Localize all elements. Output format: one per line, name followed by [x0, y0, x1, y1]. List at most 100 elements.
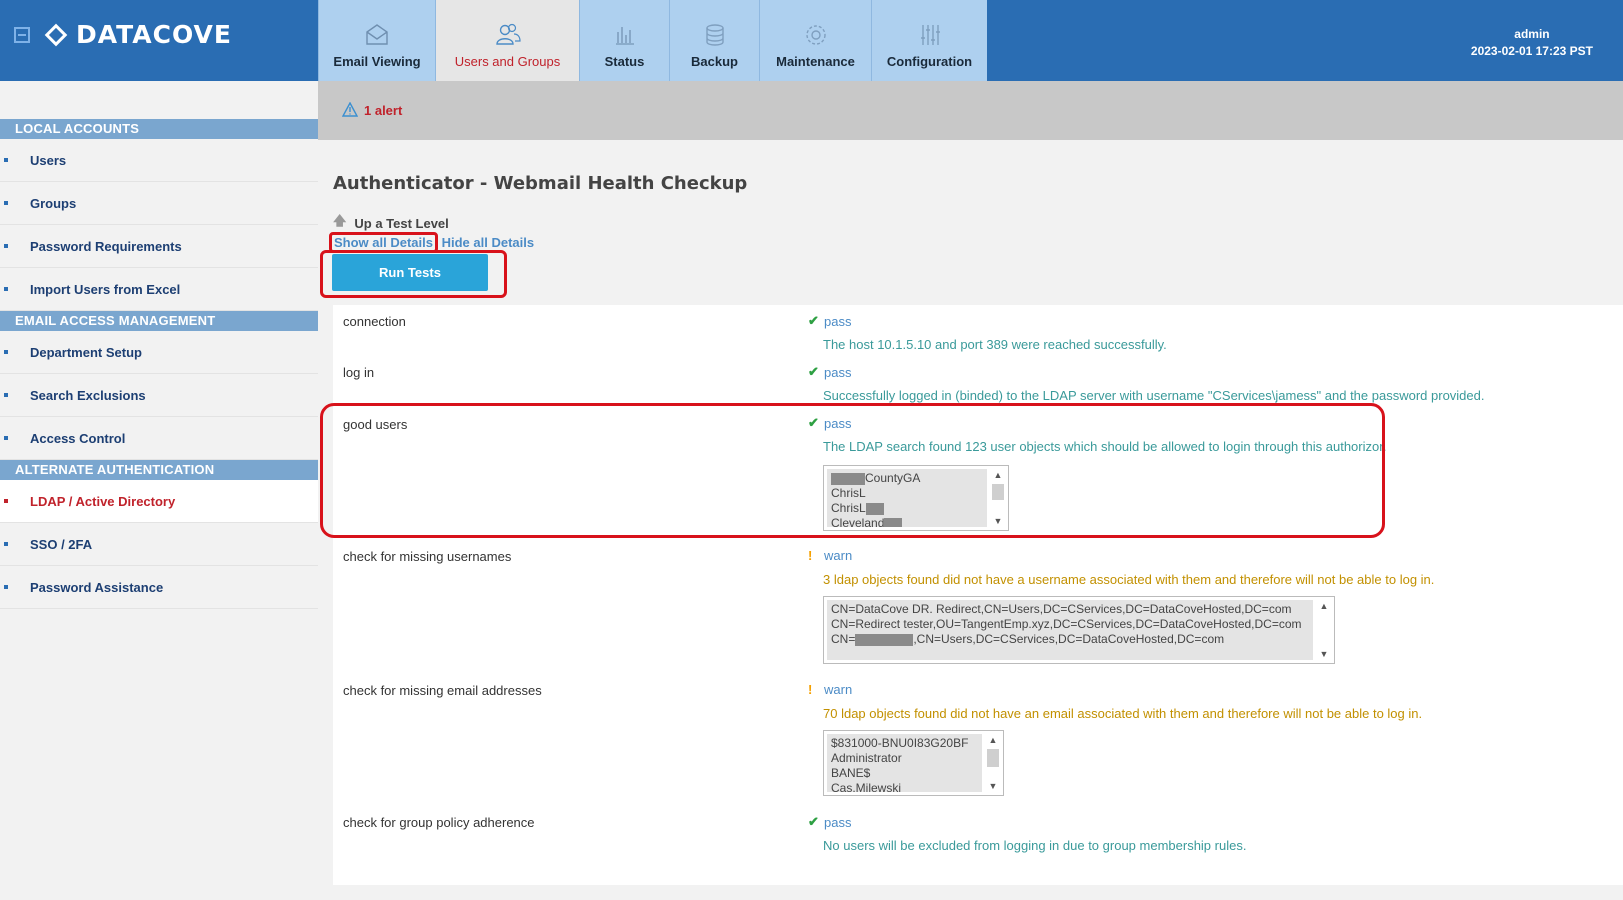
sliders-icon — [917, 22, 943, 48]
sidebar-item-label: Department Setup — [30, 344, 142, 360]
test-name-group-policy: check for group policy adherence — [343, 815, 535, 830]
list-item[interactable]: Administrator — [831, 751, 978, 766]
tab-backup[interactable]: Backup — [669, 0, 759, 81]
tab-status[interactable]: Status — [579, 0, 669, 81]
up-arrow-icon: 🡅 — [333, 213, 347, 228]
up-level-link[interactable]: 🡅 Up a Test Level — [333, 212, 449, 234]
top-header: DATACOVE Email Viewing Users and Groups … — [0, 0, 1623, 81]
bullet-icon — [4, 158, 8, 162]
hide-all-details-link[interactable]: Hide all Details — [442, 235, 534, 250]
sidebar-item-import-users[interactable]: Import Users from Excel — [0, 268, 318, 311]
datetime: 2023-02-01 17:23 PST — [1470, 44, 1593, 58]
check-icon: ✔ — [808, 814, 819, 829]
tab-label: Users and Groups — [454, 54, 561, 69]
sidebar-item-label: Import Users from Excel — [30, 281, 181, 297]
scroll-thumb[interactable] — [987, 749, 999, 767]
list-item[interactable]: CN= ,CN=Users,DC=CServices,DC=DataCoveHos… — [831, 632, 1309, 647]
status-label: warn — [824, 548, 853, 563]
section-alternate-auth: ALTERNATE AUTHENTICATION — [0, 460, 318, 480]
bullet-icon — [4, 201, 8, 205]
bullet-icon — [4, 499, 8, 503]
scroll-up-icon[interactable]: ▲ — [985, 733, 1001, 747]
list-item[interactable]: Cas.Milewski — [831, 781, 978, 792]
scrollbar[interactable]: ▲ ▼ — [985, 733, 1001, 793]
bullet-icon — [4, 244, 8, 248]
tab-label: Maintenance — [776, 54, 855, 69]
menu-toggle-icon[interactable] — [14, 26, 30, 43]
bullet-icon — [4, 585, 8, 589]
tab-configuration[interactable]: Configuration — [871, 0, 987, 81]
sidebar-item-label: LDAP / Active Directory — [30, 493, 176, 509]
sidebar-item-sso[interactable]: SSO / 2FA — [0, 523, 318, 566]
sidebar-item-label: SSO / 2FA — [30, 536, 93, 552]
sidebar-item-password-assistance[interactable]: Password Assistance — [0, 566, 318, 609]
check-icon: ✔ — [808, 313, 819, 328]
users-icon — [495, 22, 521, 48]
exclamation-icon: ! — [808, 548, 813, 563]
test-name-missing-email: check for missing email addresses — [343, 683, 542, 698]
redaction — [855, 633, 914, 646]
message-missing-usernames: 3 ldap objects found did not have a user… — [823, 572, 1435, 587]
sidebar-item-label: Password Requirements — [30, 238, 182, 254]
message-connection: The host 10.1.5.10 and port 389 were rea… — [823, 337, 1167, 352]
good-users-highlight — [320, 403, 1385, 538]
bullet-icon — [4, 287, 8, 291]
sidebar: LOCAL ACCOUNTS Users Groups Password Req… — [0, 81, 318, 900]
list-item[interactable]: CN=Redirect tester,OU=TangentEmp.xyz,DC=… — [831, 617, 1309, 632]
bullet-icon — [4, 350, 8, 354]
tab-label: Backup — [691, 54, 738, 69]
sidebar-item-label: Password Assistance — [30, 579, 164, 595]
bullet-icon — [4, 436, 8, 440]
sidebar-item-label: Users — [30, 152, 67, 168]
gear-icon — [803, 22, 829, 48]
status-label: pass — [824, 313, 852, 329]
check-icon: ✔ — [808, 364, 819, 379]
message-login: Successfully logged in (binded) to the L… — [823, 388, 1485, 403]
list-item[interactable]: $831000-BNU0I83G20BF — [831, 736, 978, 751]
test-name-login: log in — [343, 365, 375, 380]
list-item[interactable]: BANE$ — [831, 766, 978, 781]
sidebar-item-search-exclusions[interactable]: Search Exclusions — [0, 374, 318, 417]
main-tabs: Email Viewing Users and Groups Status Ba… — [318, 0, 987, 81]
status-label: pass — [824, 364, 852, 380]
brand-name: DATACOVE — [76, 20, 232, 49]
scroll-down-icon[interactable]: ▼ — [985, 779, 1001, 793]
bar-chart-icon — [612, 22, 638, 48]
tab-email-viewing[interactable]: Email Viewing — [318, 0, 435, 81]
test-name-connection: connection — [343, 314, 406, 329]
status-missing-usernames: ! warn — [808, 548, 852, 563]
status-login: ✔ pass — [808, 364, 851, 380]
sidebar-item-label: Groups — [30, 195, 77, 211]
sidebar-item-ldap[interactable]: LDAP / Active Directory — [0, 480, 318, 523]
message-missing-email: 70 ldap objects found did not have an em… — [823, 706, 1423, 721]
username[interactable]: admin — [1471, 26, 1593, 43]
list-item[interactable]: CN=DataCove DR. Redirect,CN=Users,DC=CSe… — [831, 602, 1309, 617]
bullet-icon — [4, 542, 8, 546]
sidebar-item-users[interactable]: Users — [0, 139, 318, 182]
sidebar-item-access-control[interactable]: Access Control — [0, 417, 318, 460]
sidebar-item-groups[interactable]: Groups — [0, 182, 318, 225]
tab-label: Configuration — [886, 54, 973, 69]
list-item-text: ,CN=Users,DC=CServices,DC=DataCoveHosted… — [913, 632, 1225, 646]
tab-maintenance[interactable]: Maintenance — [759, 0, 871, 81]
scroll-up-icon[interactable]: ▲ — [1316, 599, 1332, 613]
status-connection: ✔ pass — [808, 313, 851, 329]
scroll-down-icon[interactable]: ▼ — [1316, 647, 1332, 661]
run-tests-button[interactable]: Run Tests — [332, 254, 488, 291]
page-title: Authenticator - Webmail Health Checkup — [333, 173, 748, 194]
message-group-policy: No users will be excluded from logging i… — [823, 838, 1247, 853]
missing-email-list[interactable]: $831000-BNU0I83G20BF Administrator BANE$… — [823, 730, 1004, 796]
section-email-access: EMAIL ACCESS MANAGEMENT — [0, 311, 318, 331]
status-label: warn — [824, 682, 853, 697]
user-info: admin 2023-02-01 17:23 PST — [1471, 26, 1593, 60]
brand: DATACOVE — [14, 20, 232, 49]
sidebar-item-password-requirements[interactable]: Password Requirements — [0, 225, 318, 268]
sidebar-item-department-setup[interactable]: Department Setup — [0, 331, 318, 374]
up-level-label: Up a Test Level — [354, 215, 449, 231]
section-local-accounts: LOCAL ACCOUNTS — [0, 119, 318, 139]
status-label: pass — [824, 814, 852, 830]
alert-link[interactable]: 1 alert — [364, 103, 402, 118]
missing-usernames-list[interactable]: CN=DataCove DR. Redirect,CN=Users,DC=CSe… — [823, 596, 1335, 664]
tab-users-and-groups[interactable]: Users and Groups — [435, 0, 579, 81]
scrollbar[interactable]: ▲ ▼ — [1316, 599, 1332, 661]
